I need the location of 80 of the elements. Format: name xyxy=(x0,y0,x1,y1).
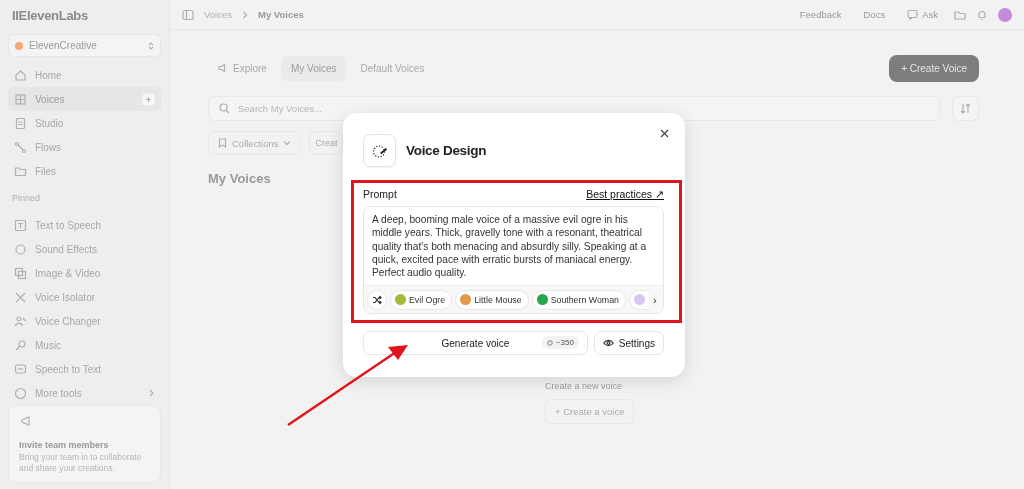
nav-item[interactable]: Home xyxy=(8,63,161,87)
tab[interactable]: Default Voices xyxy=(350,55,435,81)
megaphone-icon xyxy=(19,414,33,428)
coin-icon xyxy=(546,339,553,346)
search-icon xyxy=(219,103,230,114)
eye-icon xyxy=(602,339,614,347)
chevron-icon xyxy=(242,10,248,19)
empty-state-text: Create a new voice xyxy=(545,381,623,391)
workspace-name: ElevenCreative xyxy=(29,40,97,51)
text-icon xyxy=(14,218,27,232)
circle-icon xyxy=(14,386,27,400)
workspace-dot xyxy=(15,41,23,50)
bell-icon[interactable] xyxy=(976,8,988,21)
speaker-icon xyxy=(218,63,228,73)
branch-icon xyxy=(14,140,27,154)
sidebar-toggle-icon[interactable] xyxy=(182,8,194,21)
nav-item[interactable]: Voice Isolator xyxy=(8,285,161,309)
dialog-title: Voice Design xyxy=(406,143,487,158)
generate-voice-button[interactable]: Generate voice ~350 xyxy=(363,331,588,355)
sort-icon xyxy=(960,103,971,114)
shuffle-button[interactable] xyxy=(367,289,387,310)
person-icon xyxy=(14,314,27,328)
cross-icon xyxy=(14,290,27,304)
preset-chip[interactable]: Evil Ogre xyxy=(390,289,453,310)
nav-item[interactable]: Speech to Text xyxy=(8,357,161,381)
preset-chip[interactable] xyxy=(628,289,649,310)
prompt-field[interactable] xyxy=(363,206,664,314)
filter-button[interactable]: Collections xyxy=(208,131,302,155)
chat-icon xyxy=(907,9,919,20)
tab[interactable]: My Voices xyxy=(280,55,347,81)
chevron-down-icon xyxy=(283,140,292,146)
nav-item[interactable]: Files xyxy=(8,159,161,183)
breadcrumb-link[interactable]: My Voices xyxy=(258,9,304,20)
top-bar-button[interactable]: Ask xyxy=(901,5,944,24)
scroll-right-button[interactable]: › xyxy=(649,289,660,310)
house-icon xyxy=(14,68,27,82)
breadcrumb-link[interactable]: Voices xyxy=(204,9,232,20)
create-voice-button[interactable]: + Create Voice xyxy=(889,54,979,82)
nav-item[interactable]: Text to Speech xyxy=(8,213,161,237)
dotted-circle-pen-icon xyxy=(371,143,388,158)
top-bar-button[interactable]: Feedback xyxy=(793,5,848,24)
create-voice-button[interactable]: + Create a voice xyxy=(545,399,635,424)
page-icon xyxy=(14,116,27,130)
nav-item[interactable]: More tools xyxy=(8,381,161,405)
settings-button[interactable]: Settings xyxy=(593,331,664,355)
chevrons-icon xyxy=(148,40,154,51)
circle-icon xyxy=(14,242,27,256)
nav-item[interactable]: Sound Effects xyxy=(8,237,161,261)
field-label: Prompt xyxy=(363,188,397,200)
preset-chip[interactable]: Southern Woman xyxy=(531,289,626,310)
nav-item[interactable]: Image & Video xyxy=(8,261,161,285)
nav-item[interactable]: Music xyxy=(8,333,161,357)
top-bar-button[interactable]: Docs xyxy=(857,5,892,24)
nav-item[interactable]: Voice Changer xyxy=(8,309,161,333)
shuffle-icon xyxy=(372,294,382,305)
folder-icon[interactable] xyxy=(954,8,966,21)
workspace-selector[interactable]: ElevenCreative xyxy=(8,34,161,57)
folder-icon xyxy=(14,164,27,178)
chat-icon xyxy=(14,362,27,376)
microphone-icon xyxy=(14,338,27,352)
tab[interactable]: Explore xyxy=(208,55,277,81)
section-title: My Voices xyxy=(208,171,272,186)
sort-button[interactable] xyxy=(952,96,979,121)
grid-icon xyxy=(14,92,27,106)
invite-title: Invite team members xyxy=(19,440,110,450)
nav-item[interactable]: Flows xyxy=(8,135,161,159)
credit-cost-badge: ~350 xyxy=(541,336,579,349)
section-heading: Pinned xyxy=(11,192,42,205)
search-placeholder: Search My Voices... xyxy=(238,103,322,114)
nav-item[interactable]: Voices xyxy=(8,87,161,111)
plus-icon[interactable] xyxy=(142,92,155,106)
filter-button[interactable]: Creat xyxy=(309,131,344,155)
preset-chip[interactable]: Little Mouse xyxy=(455,289,529,310)
nav-item[interactable]: Studio xyxy=(8,111,161,135)
bookmark-icon xyxy=(218,138,227,148)
close-icon[interactable] xyxy=(660,129,669,138)
best-practices-link[interactable]: Best practices ↗ xyxy=(586,188,664,200)
images-icon xyxy=(14,266,27,280)
avatar[interactable] xyxy=(998,7,1012,22)
logo: IIElevenLabs xyxy=(11,7,89,24)
